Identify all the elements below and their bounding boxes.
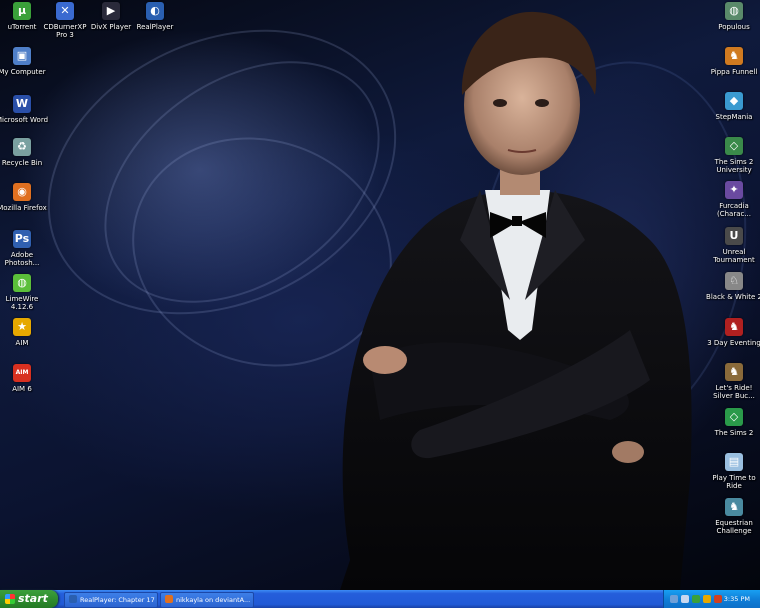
desktop-icon-equestrian[interactable]: ♞ Equestrian Challenge	[706, 498, 760, 535]
tray-volume-icon[interactable]	[681, 595, 689, 603]
taskbar-button-firefox[interactable]: nikkayla on deviantA...	[160, 592, 254, 608]
desktop-icon-label: AIM 6	[12, 385, 32, 393]
desktop-icon-limewire[interactable]: ◍ LimeWire 4.12.6	[0, 274, 50, 311]
desktop-icon-populous[interactable]: ◍ Populous	[706, 2, 760, 31]
start-label: start	[18, 592, 48, 605]
unreal-icon: U	[725, 227, 743, 245]
desktop-icon-black-white[interactable]: ♘ Black & White 2	[706, 272, 760, 301]
desktop-icon-recycle-bin[interactable]: ♻ Recycle Bin	[0, 138, 50, 167]
desktop-icon-firefox[interactable]: ◉ Mozilla Firefox	[0, 183, 50, 212]
start-button[interactable]: start	[0, 590, 58, 608]
desktop-icon-label: Black & White 2	[706, 293, 760, 301]
windows-flag-icon	[5, 594, 15, 604]
realplayer-icon: ◐	[146, 2, 164, 20]
tray-messenger-icon[interactable]	[703, 595, 711, 603]
desktop-icon-label: AIM	[15, 339, 29, 347]
cdburner-icon: ✕	[56, 2, 74, 20]
desktop-icon-label: Unreal Tournament	[713, 248, 755, 264]
word-icon: W	[13, 95, 31, 113]
tray-antivirus-icon[interactable]	[692, 595, 700, 603]
taskbar: start RealPlayer: Chapter 17 nikkayla on…	[0, 590, 760, 608]
black-white-icon: ♘	[725, 272, 743, 290]
desktop-icon-label: Let's Ride! Silver Buc...	[713, 384, 755, 400]
desktop-icon-play-time-ride[interactable]: ▤ Play Time to Ride	[706, 453, 760, 490]
task-label: RealPlayer: Chapter 17	[80, 596, 155, 604]
desktop-icon-label: Adobe Photosh...	[4, 251, 40, 267]
tray-update-icon[interactable]	[714, 595, 722, 603]
desktop-icon-label: Furcadia (Charac...	[716, 202, 752, 218]
aim6-icon: AIM	[13, 364, 31, 382]
desktop-icon-stepmania[interactable]: ◆ StepMania	[706, 92, 760, 121]
desktop-icon-pippa-funnell[interactable]: ♞ Pippa Funnell	[706, 47, 760, 76]
desktop-icon-label: 3 Day Eventing	[707, 339, 760, 347]
system-tray: 3:35 PM	[663, 590, 760, 608]
desktop-icon-label: Populous	[718, 23, 750, 31]
sims-university-icon: ◇	[725, 137, 743, 155]
utorrent-icon: µ	[13, 2, 31, 20]
aim-icon: ★	[13, 318, 31, 336]
wallpaper-figure	[340, 11, 692, 590]
photoshop-icon: Ps	[13, 230, 31, 248]
desktop-icon-label: Mozilla Firefox	[0, 204, 47, 212]
play-time-ride-icon: ▤	[725, 453, 743, 471]
desktop-icon-3day-eventing[interactable]: ♞ 3 Day Eventing	[706, 318, 760, 347]
desktop-icon-label: Recycle Bin	[1, 159, 43, 167]
taskbar-button-realplayer[interactable]: RealPlayer: Chapter 17	[64, 592, 158, 608]
desktop-icon-my-computer[interactable]: ▣ My Computer	[0, 47, 50, 76]
desktop-icon-word[interactable]: W Microsoft Word	[0, 95, 50, 124]
sims2-icon: ◇	[725, 408, 743, 426]
desktop-icon-label: My Computer	[0, 68, 46, 76]
desktop-icon-lets-ride[interactable]: ♞ Let's Ride! Silver Buc...	[706, 363, 760, 400]
clock[interactable]: 3:35 PM	[724, 590, 750, 608]
realplayer-task-icon	[69, 595, 77, 603]
stepmania-icon: ◆	[725, 92, 743, 110]
divx-icon: ▶	[102, 2, 120, 20]
recycle-bin-icon: ♻	[13, 138, 31, 156]
desktop[interactable]: µ uTorrent ▣ My Computer W Microsoft Word ♻ Rec…	[0, 0, 760, 590]
desktop-icon-furcadia[interactable]: ✦ Furcadia (Charac...	[706, 181, 760, 218]
desktop-icon-sims-university[interactable]: ◇ The Sims 2 University	[706, 137, 760, 174]
desktop-icon-label: RealPlayer	[136, 23, 174, 31]
desktop-icon-sims2[interactable]: ◇ The Sims 2	[706, 408, 760, 437]
desktop-icon-label: The Sims 2 University	[714, 158, 754, 174]
3day-eventing-icon: ♞	[725, 318, 743, 336]
tray-network-icon[interactable]	[670, 595, 678, 603]
desktop-icon-label: StepMania	[715, 113, 753, 121]
desktop-icon-aim6[interactable]: AIM AIM 6	[0, 364, 50, 393]
firefox-task-icon	[165, 595, 173, 603]
my-computer-icon: ▣	[13, 47, 31, 65]
populous-icon: ◍	[725, 2, 743, 20]
desktop-icon-label: The Sims 2	[714, 429, 754, 437]
desktop-icon-label: Microsoft Word	[0, 116, 49, 124]
equestrian-icon: ♞	[725, 498, 743, 516]
firefox-icon: ◉	[13, 183, 31, 201]
furcadia-icon: ✦	[725, 181, 743, 199]
desktop-icon-aim[interactable]: ★ AIM	[0, 318, 50, 347]
desktop-icon-label: Play Time to Ride	[712, 474, 756, 490]
lets-ride-icon: ♞	[725, 363, 743, 381]
desktop-icon-label: Equestrian Challenge	[715, 519, 753, 535]
task-label: nikkayla on deviantA...	[176, 596, 251, 604]
desktop-icon-label: LimeWire 4.12.6	[5, 295, 39, 311]
desktop-icon-label: Pippa Funnell	[710, 68, 758, 76]
pippa-funnell-icon: ♞	[725, 47, 743, 65]
desktop-icon-realplayer[interactable]: ◐ RealPlayer	[127, 2, 183, 31]
desktop-icon-photoshop[interactable]: Ps Adobe Photosh...	[0, 230, 50, 267]
limewire-icon: ◍	[13, 274, 31, 292]
desktop-icon-unreal[interactable]: U Unreal Tournament	[706, 227, 760, 264]
